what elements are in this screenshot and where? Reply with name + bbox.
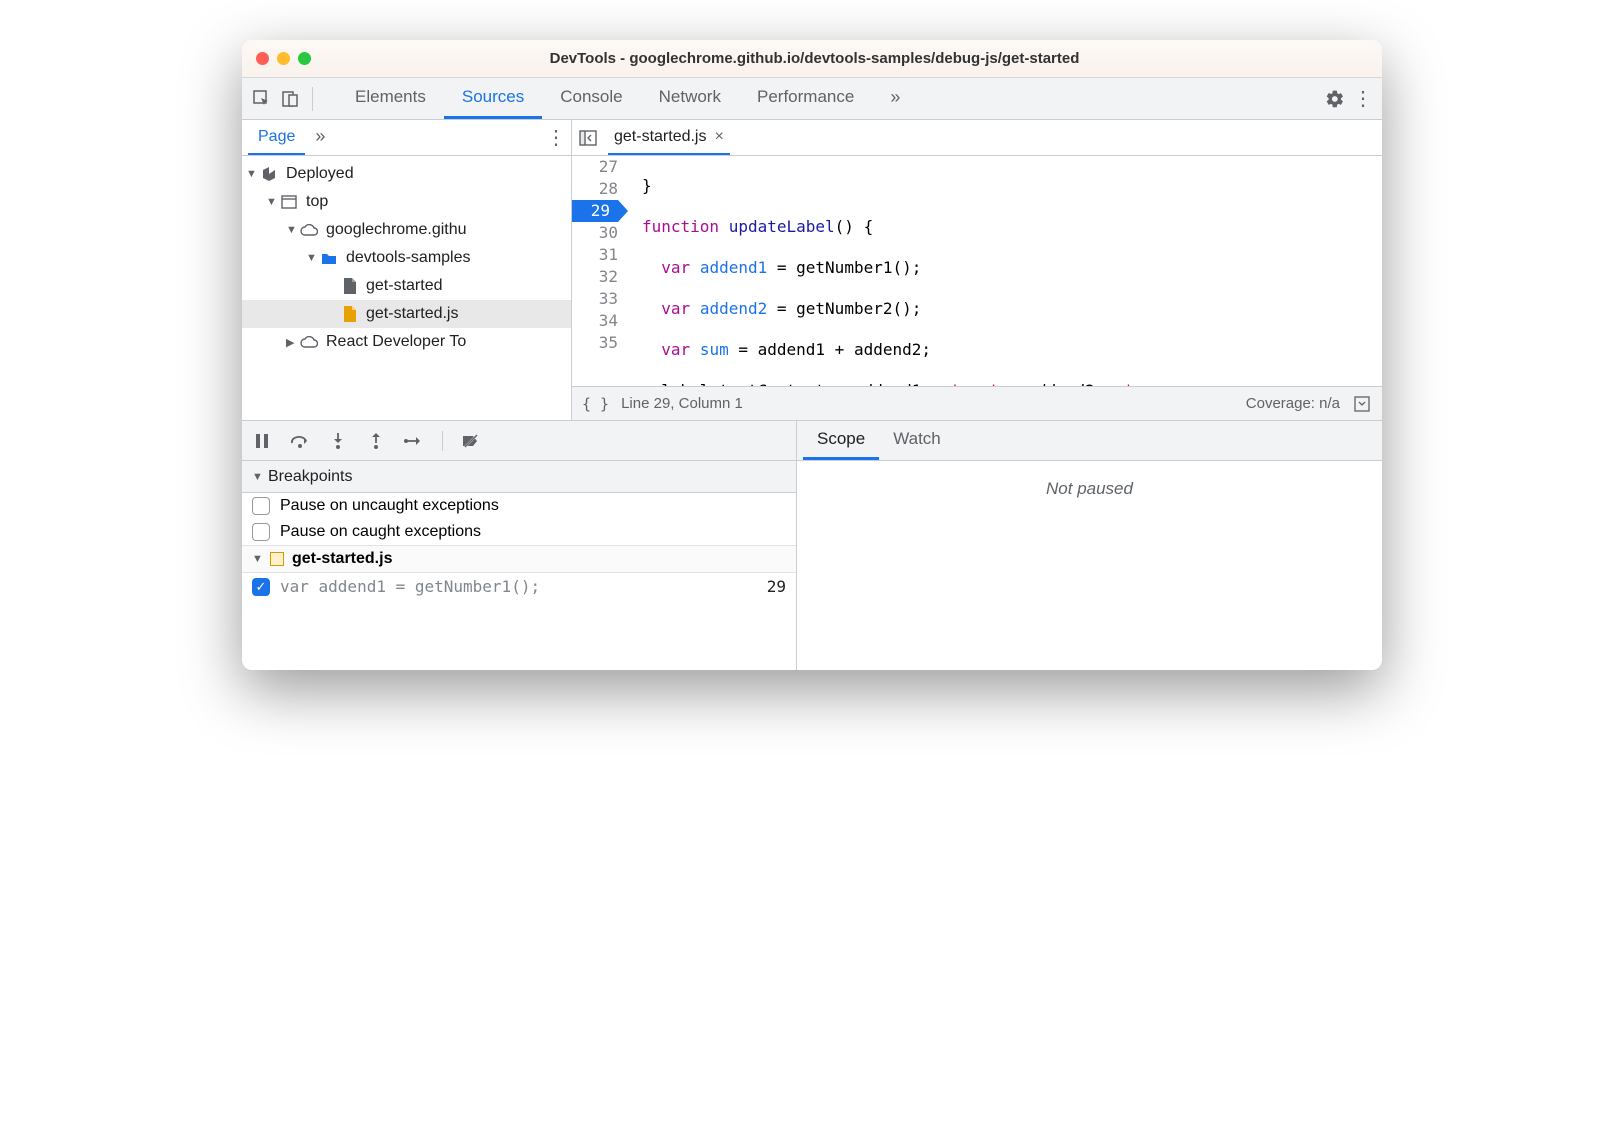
devtools-window: DevTools - googlechrome.github.io/devtoo… <box>242 40 1382 670</box>
checkbox-unchecked[interactable] <box>252 497 270 515</box>
tree-label: top <box>306 193 328 211</box>
chevron-down-icon: ▼ <box>306 252 316 264</box>
window-titlebar: DevTools - googlechrome.github.io/devtoo… <box>242 40 1382 78</box>
chevron-down-icon: ▼ <box>252 553 262 565</box>
tab-watch[interactable]: Watch <box>879 421 955 460</box>
editor-tab[interactable]: get-started.js × <box>608 120 730 155</box>
breakpoints-panel: ▼ Breakpoints Pause on uncaught exceptio… <box>242 421 797 670</box>
tree-label: React Developer To <box>326 333 466 351</box>
js-badge-icon <box>270 552 284 566</box>
tree-file-js[interactable]: get-started.js <box>242 300 571 328</box>
cloud-icon <box>300 221 318 239</box>
editor-area: get-started.js × 272829303132333435 } fu… <box>572 120 1382 420</box>
toggle-navigator-icon[interactable] <box>578 128 598 148</box>
sources-sidebar: Page » ⋮ ▼ Deployed ▼ top ▼ <box>242 120 572 420</box>
breakpoints-header[interactable]: ▼ Breakpoints <box>242 461 796 493</box>
checkbox-unchecked[interactable] <box>252 523 270 541</box>
tab-scope[interactable]: Scope <box>803 421 879 460</box>
sidebar-more-icon[interactable]: ⋮ <box>546 125 565 150</box>
scope-watch-tabs: Scope Watch <box>797 421 1382 461</box>
folder-icon <box>320 249 338 267</box>
frame-icon <box>280 193 298 211</box>
tab-console[interactable]: Console <box>542 78 640 119</box>
tree-label: googlechrome.githu <box>326 221 467 239</box>
tab-network[interactable]: Network <box>641 78 739 119</box>
tab-performance[interactable]: Performance <box>739 78 872 119</box>
bp-file-name: get-started.js <box>292 550 392 568</box>
tree-extension[interactable]: ▶ React Developer To <box>242 328 571 356</box>
section-title: Breakpoints <box>268 468 353 486</box>
tree-label: get-started <box>366 277 442 295</box>
line-gutter[interactable]: 272829303132333435 <box>572 156 626 386</box>
code-lines[interactable]: } function updateLabel() { var addend1 =… <box>626 156 1382 386</box>
breakpoint-marker: 29 <box>572 200 618 222</box>
tree-file-html[interactable]: get-started <box>242 272 571 300</box>
scope-watch-panel: Scope Watch Not paused <box>797 421 1382 670</box>
file-tree: ▼ Deployed ▼ top ▼ googlechrome.githu ▼ <box>242 156 571 420</box>
main-toolbar: Elements Sources Console Network Perform… <box>242 78 1382 120</box>
more-icon[interactable]: ⋮ <box>1353 86 1372 111</box>
sidebar-tabs-overflow-icon[interactable]: » <box>305 120 335 155</box>
file-icon <box>340 277 358 295</box>
tree-origin[interactable]: ▼ googlechrome.githu <box>242 216 571 244</box>
cursor-position: Line 29, Column 1 <box>621 395 743 412</box>
chevron-right-icon: ▶ <box>286 336 296 349</box>
bp-code-preview: var addend1 = getNumber1(); <box>280 577 757 596</box>
device-toggle-icon[interactable] <box>280 89 300 109</box>
tab-sources[interactable]: Sources <box>444 78 542 119</box>
tree-label: get-started.js <box>366 305 458 323</box>
tabs-overflow-icon[interactable]: » <box>872 78 918 119</box>
code-editor[interactable]: 272829303132333435 } function updateLabe… <box>572 156 1382 386</box>
pause-icon[interactable] <box>252 431 272 451</box>
drawer-toggle-icon[interactable] <box>1352 394 1372 414</box>
chevron-down-icon: ▼ <box>266 196 276 208</box>
breakpoint-file-header[interactable]: ▼ get-started.js <box>242 545 796 573</box>
window-title: DevTools - googlechrome.github.io/devtoo… <box>261 50 1368 67</box>
debugger-toolbar <box>242 421 796 461</box>
settings-icon[interactable] <box>1325 89 1345 109</box>
inspect-icon[interactable] <box>252 89 272 109</box>
tree-deployed[interactable]: ▼ Deployed <box>242 160 571 188</box>
panel-tabs: Elements Sources Console Network Perform… <box>337 78 918 119</box>
cube-icon <box>260 165 278 183</box>
tree-label: Deployed <box>286 165 354 183</box>
coverage-label: Coverage: n/a <box>1246 395 1340 412</box>
step-over-icon[interactable] <box>290 431 310 451</box>
chevron-down-icon: ▼ <box>252 471 262 483</box>
step-out-icon[interactable] <box>366 431 386 451</box>
tab-elements[interactable]: Elements <box>337 78 444 119</box>
chevron-down-icon: ▼ <box>286 224 296 236</box>
step-into-icon[interactable] <box>328 431 348 451</box>
editor-tab-label: get-started.js <box>614 128 706 146</box>
tree-top[interactable]: ▼ top <box>242 188 571 216</box>
tree-label: devtools-samples <box>346 249 471 267</box>
tree-folder[interactable]: ▼ devtools-samples <box>242 244 571 272</box>
deactivate-breakpoints-icon[interactable] <box>461 431 481 451</box>
not-paused-message: Not paused <box>797 461 1382 670</box>
cloud-icon <box>300 333 318 351</box>
sidebar-tabs: Page » ⋮ <box>242 120 571 156</box>
row-label: Pause on caught exceptions <box>280 523 481 541</box>
editor-statusbar: { } Line 29, Column 1 Coverage: n/a <box>572 386 1382 420</box>
pause-uncaught-row[interactable]: Pause on uncaught exceptions <box>242 493 796 519</box>
step-icon[interactable] <box>404 431 424 451</box>
breakpoint-entry[interactable]: ✓ var addend1 = getNumber1(); 29 <box>242 573 796 600</box>
chevron-down-icon: ▼ <box>246 168 256 180</box>
row-label: Pause on uncaught exceptions <box>280 497 499 515</box>
close-tab-icon[interactable]: × <box>714 128 723 146</box>
checkbox-checked[interactable]: ✓ <box>252 578 270 596</box>
sidebar-tab-page[interactable]: Page <box>248 120 305 155</box>
pause-caught-row[interactable]: Pause on caught exceptions <box>242 519 796 545</box>
bp-line-number: 29 <box>767 577 786 596</box>
js-file-icon <box>340 305 358 323</box>
editor-tabs: get-started.js × <box>572 120 1382 156</box>
pretty-print-icon[interactable]: { } <box>582 395 609 413</box>
debugger-panel: ▼ Breakpoints Pause on uncaught exceptio… <box>242 420 1382 670</box>
